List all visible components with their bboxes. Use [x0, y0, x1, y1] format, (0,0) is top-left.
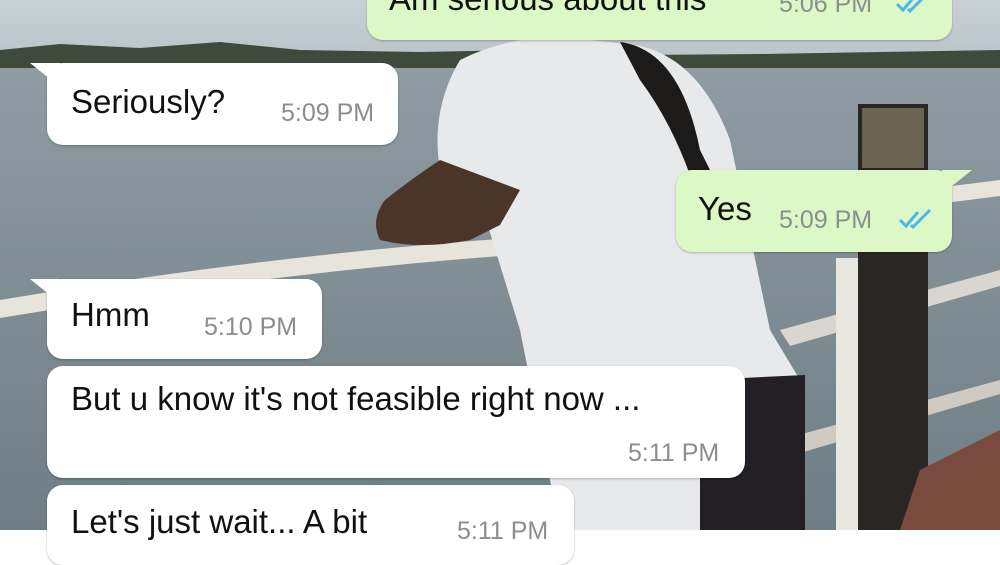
- message-text: Hmm: [71, 296, 150, 333]
- message-bubble-incoming[interactable]: Hmm 5:10 PM: [47, 279, 322, 359]
- bubble-tail: [30, 63, 60, 87]
- message-timestamp: 5:06 PM: [779, 0, 873, 18]
- double-check-icon: [898, 208, 932, 230]
- message-bubble-incoming[interactable]: But u know it's not feasible right now .…: [47, 366, 745, 478]
- message-text: But u know it's not feasible right now .…: [71, 380, 641, 417]
- message-timestamp: 5:10 PM: [204, 313, 298, 341]
- message-timestamp: 5:11 PM: [628, 439, 720, 467]
- message-bubble-incoming[interactable]: Let's just wait... A bit 5:11 PM: [47, 485, 574, 565]
- message-bubble-outgoing[interactable]: Yes 5:09 PM: [676, 170, 952, 252]
- message-text: Seriously?: [71, 83, 226, 120]
- message-timestamp: 5:09 PM: [281, 99, 375, 127]
- message-timestamp: 5:11 PM: [457, 517, 549, 545]
- message-text: Let's just wait... A bit: [71, 503, 368, 540]
- message-text: Yes: [698, 190, 752, 227]
- message-bubble-incoming[interactable]: Seriously? 5:09 PM: [47, 63, 398, 145]
- message-bubble-outgoing[interactable]: Am serious about this 5:06 PM: [367, 0, 952, 40]
- double-check-icon: [895, 0, 924, 14]
- bubble-tail: [30, 279, 60, 303]
- bubble-tail: [942, 170, 972, 194]
- message-text: Am serious about this: [389, 0, 706, 18]
- message-timestamp: 5:09 PM: [779, 206, 873, 234]
